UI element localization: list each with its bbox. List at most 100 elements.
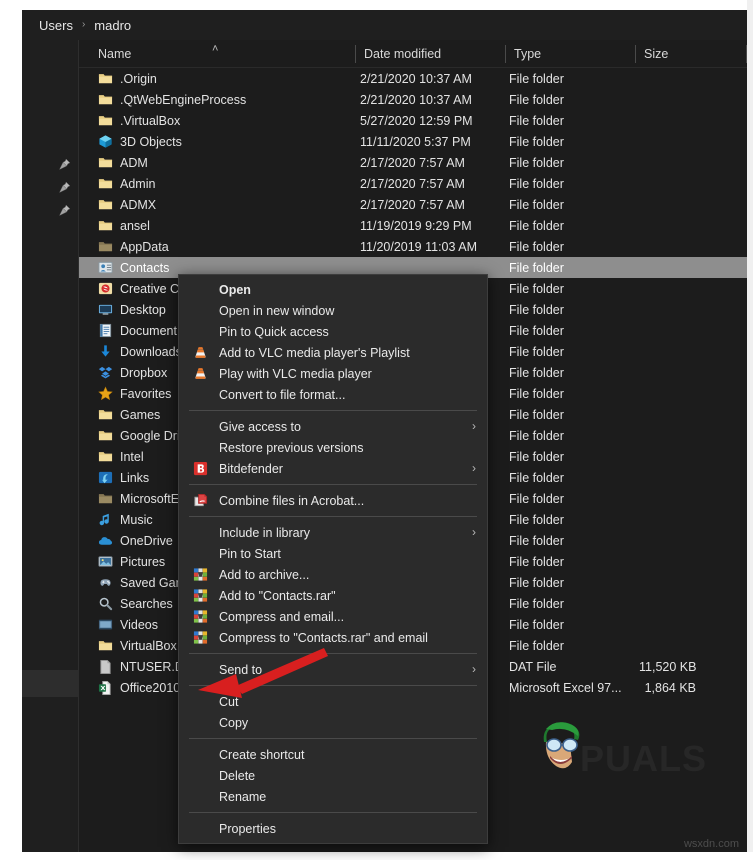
- menu-item-play-with-vlc-media-player[interactable]: Play with VLC media player: [179, 363, 487, 384]
- table-row[interactable]: Admin 2/17/2020 7:57 AM File folder: [79, 173, 747, 194]
- menu-item-label: Pin to Start: [219, 546, 281, 561]
- file-type-cell: Microsoft Excel 97...: [509, 680, 622, 695]
- menu-item-bitdefender[interactable]: Bitdefender ›: [179, 458, 487, 479]
- menu-item-open-in-new-window[interactable]: Open in new window: [179, 300, 487, 321]
- menu-item-label: Delete: [219, 768, 256, 783]
- file-name-label: Contacts: [120, 260, 170, 275]
- file-name-label: OneDrive: [120, 533, 173, 548]
- file-name-label: Admin: [120, 176, 156, 191]
- dropbox-icon: [98, 365, 113, 380]
- menu-item-add-to-archive[interactable]: Add to archive...: [179, 564, 487, 585]
- file-type-cell: File folder: [509, 281, 564, 296]
- file-name-cell: ansel: [98, 218, 368, 233]
- file-type-cell: File folder: [509, 344, 564, 359]
- file-type-cell: File folder: [509, 554, 564, 569]
- menu-item-create-shortcut[interactable]: Create shortcut: [179, 744, 487, 765]
- table-row[interactable]: .QtWebEngineProcess 2/21/2020 10:37 AM Fil…: [79, 89, 747, 110]
- table-row[interactable]: .Origin 2/21/2020 10:37 AM File folder: [79, 68, 747, 89]
- file-date-cell: 11/19/2019 9:29 PM: [360, 218, 472, 233]
- column-header-type[interactable]: Type: [505, 40, 635, 68]
- column-header-name[interactable]: Name: [89, 40, 360, 68]
- menu-item-rename[interactable]: Rename: [179, 786, 487, 807]
- menu-item-give-access-to[interactable]: Give access to ›: [179, 416, 487, 437]
- file-explorer-window: Users › madro Name ˄ Date modified Type …: [0, 0, 753, 860]
- navigation-pane[interactable]: [22, 40, 79, 852]
- menu-item-include-in-library[interactable]: Include in library ›: [179, 522, 487, 543]
- table-row[interactable]: ADM 2/17/2020 7:57 AM File folder: [79, 152, 747, 173]
- file-name-label: Searches: [120, 596, 173, 611]
- window-top-edge: [0, 0, 753, 10]
- menu-item-label: Combine files in Acrobat...: [219, 493, 365, 508]
- folder-icon: [98, 92, 113, 107]
- search-icon: [98, 596, 113, 611]
- file-date-cell: 2/21/2020 10:37 AM: [360, 92, 472, 107]
- window-left-edge: [0, 0, 22, 860]
- pin-icon[interactable]: [58, 158, 71, 171]
- table-row[interactable]: .VirtualBox 5/27/2020 12:59 PM File folder: [79, 110, 747, 131]
- file-date-cell: 2/17/2020 7:57 AM: [360, 176, 465, 191]
- vlc-cone-icon: [193, 345, 208, 360]
- menu-separator: [189, 516, 477, 517]
- menu-item-label: Create shortcut: [219, 747, 305, 762]
- file-type-cell: File folder: [509, 407, 564, 422]
- file-name-label: Music: [120, 512, 153, 527]
- contacts-icon: [98, 260, 113, 275]
- file-name-label: ADMX: [120, 197, 157, 212]
- winrar-icon: [193, 588, 208, 603]
- file-name-label: Google Dri: [120, 428, 180, 443]
- pin-icon[interactable]: [58, 181, 71, 194]
- menu-item-properties[interactable]: Properties: [179, 818, 487, 839]
- menu-item-open[interactable]: Open: [179, 279, 487, 300]
- table-row[interactable]: 3D Objects 11/11/2020 5:37 PM File folder: [79, 131, 747, 152]
- table-row[interactable]: ADMX 2/17/2020 7:57 AM File folder: [79, 194, 747, 215]
- file-name-label: VirtualBox: [120, 638, 177, 653]
- file-name-label: Saved Gam: [120, 575, 187, 590]
- breadcrumb-item-users[interactable]: Users: [39, 18, 73, 33]
- breadcrumb-item-madro[interactable]: madro: [94, 18, 131, 33]
- file-date-cell: 2/17/2020 7:57 AM: [360, 197, 465, 212]
- pin-icon[interactable]: [58, 204, 71, 217]
- file-name-cell: ADMX: [98, 197, 368, 212]
- menu-item-restore-previous-versions[interactable]: Restore previous versions: [179, 437, 487, 458]
- menu-item-label: Pin to Quick access: [219, 324, 329, 339]
- file-name-cell: .Origin: [98, 71, 368, 86]
- file-type-cell: File folder: [509, 512, 564, 527]
- table-row[interactable]: ansel 11/19/2019 9:29 PM File folder: [79, 215, 747, 236]
- column-divider[interactable]: [746, 45, 747, 63]
- folder-icon: [98, 218, 113, 233]
- breadcrumb-separator-icon: ›: [81, 19, 86, 30]
- menu-separator: [189, 812, 477, 813]
- menu-item-label: Properties: [219, 821, 276, 836]
- menu-item-convert-to-file-format[interactable]: Convert to file format...: [179, 384, 487, 405]
- menu-item-delete[interactable]: Delete: [179, 765, 487, 786]
- folder-icon: [98, 176, 113, 191]
- file-name-cell: ADM: [98, 155, 368, 170]
- file-type-cell: File folder: [509, 449, 564, 464]
- menu-item-add-to-contactsrar[interactable]: Add to "Contacts.rar": [179, 585, 487, 606]
- menu-item-label: Rename: [219, 789, 267, 804]
- nav-pane-highlight: [22, 670, 79, 697]
- file-type-cell: DAT File: [509, 659, 557, 674]
- menu-item-pin-to-quick-access[interactable]: Pin to Quick access: [179, 321, 487, 342]
- file-name-cell: Contacts: [98, 260, 368, 275]
- file-name-label: Intel: [120, 449, 144, 464]
- file-name-cell: .QtWebEngineProcess: [98, 92, 368, 107]
- menu-item-combine-files-in-acrobat[interactable]: Combine files in Acrobat...: [179, 490, 487, 511]
- context-menu[interactable]: Open Open in new window Pin to Quick acces…: [178, 274, 488, 844]
- menu-item-compress-and-email[interactable]: Compress and email...: [179, 606, 487, 627]
- column-header-size[interactable]: Size: [635, 40, 735, 68]
- file-name-cell: .VirtualBox: [98, 113, 368, 128]
- creative-cloud-icon: [98, 281, 113, 296]
- table-row[interactable]: AppData 11/20/2019 11:03 AM File folder: [79, 236, 747, 257]
- menu-item-add-to-vlc-media-players-playlist[interactable]: Add to VLC media player's Playlist: [179, 342, 487, 363]
- menu-item-pin-to-start[interactable]: Pin to Start: [179, 543, 487, 564]
- menu-item-copy[interactable]: Copy: [179, 712, 487, 733]
- file-name-label: MicrosoftE: [120, 491, 180, 506]
- menu-item-compress-to-contactsrar-and-email[interactable]: Compress to "Contacts.rar" and email: [179, 627, 487, 648]
- folder-dim-icon: [98, 491, 113, 506]
- file-name-label: ADM: [120, 155, 148, 170]
- music-note-icon: [98, 512, 113, 527]
- source-watermark: wsxdn.com: [683, 838, 739, 850]
- column-header-date-modified[interactable]: Date modified: [355, 40, 505, 68]
- breadcrumb[interactable]: Users › madro: [22, 10, 747, 40]
